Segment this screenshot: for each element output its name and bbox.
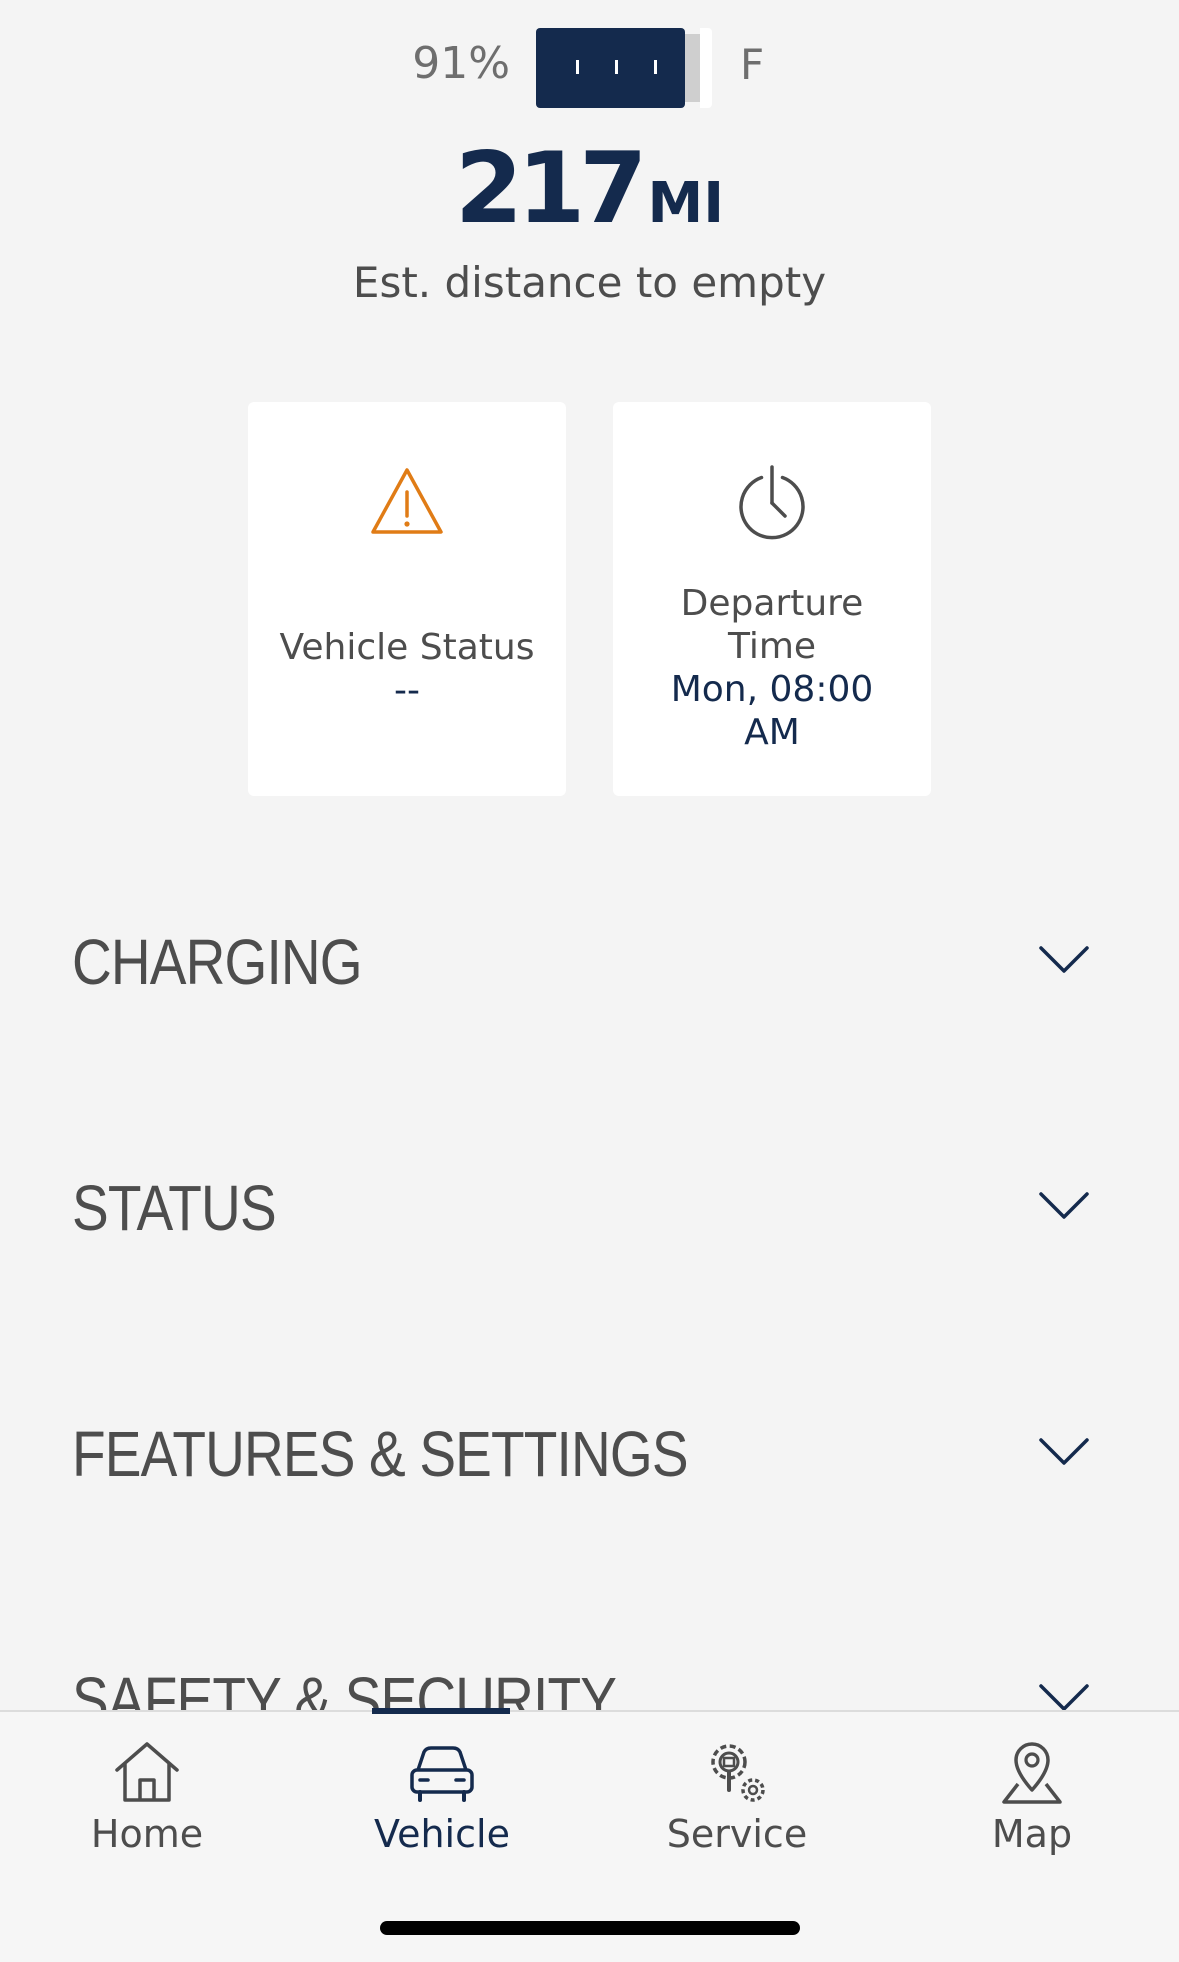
- section-features-settings[interactable]: FEATURES & SETTINGS: [0, 1392, 1179, 1512]
- battery-gauge-cap: [700, 28, 712, 108]
- home-icon: [115, 1742, 179, 1802]
- battery-gauge-tick: [615, 60, 618, 74]
- chevron-down-icon: [1039, 1192, 1089, 1219]
- warning-triangle-icon: [371, 468, 443, 534]
- active-tab-indicator: [372, 1708, 510, 1714]
- departure-time-text: Departure Time Mon, 08:00 AM: [623, 582, 921, 754]
- departure-time-label-line1: Departure: [680, 583, 864, 624]
- range-unit: MI: [647, 171, 725, 236]
- chevron-down-icon: [1039, 1438, 1089, 1465]
- battery-gauge-tick: [576, 60, 579, 74]
- tab-map-label: Map: [991, 1812, 1073, 1856]
- vehicle-status-label: Vehicle Status: [279, 627, 535, 668]
- vehicle-status-card[interactable]: Vehicle Status --: [248, 402, 566, 796]
- tab-home[interactable]: Home: [0, 1712, 294, 1892]
- section-title-charging: CHARGING: [72, 926, 363, 998]
- battery-gauge-fill: [536, 28, 685, 108]
- tab-vehicle-label: Vehicle: [374, 1812, 510, 1856]
- tab-home-label: Home: [90, 1812, 204, 1856]
- battery-percent: 91%: [412, 38, 510, 89]
- departure-time-value-line2: AM: [744, 712, 800, 753]
- battery-indicator: 91% F: [0, 28, 1179, 110]
- departure-time-card[interactable]: Departure Time Mon, 08:00 AM: [613, 402, 931, 796]
- tab-service[interactable]: Service: [590, 1712, 884, 1892]
- power-clock-icon: [739, 465, 805, 540]
- range-readout: 217 MI: [0, 140, 1179, 238]
- chevron-down-icon: [1039, 946, 1089, 973]
- vehicle-status-value: --: [394, 670, 420, 711]
- battery-gauge-icon: [536, 28, 712, 108]
- section-title-features-settings: FEATURES & SETTINGS: [72, 1418, 689, 1490]
- map-pin-icon: [1002, 1742, 1062, 1804]
- car-icon: [410, 1746, 474, 1802]
- home-indicator[interactable]: [380, 1921, 800, 1935]
- section-charging[interactable]: CHARGING: [0, 900, 1179, 1020]
- battery-gauge-tick: [654, 60, 657, 74]
- range-caption: Est. distance to empty: [352, 258, 827, 307]
- tab-service-label: Service: [666, 1812, 808, 1856]
- vehicle-status-text: Vehicle Status --: [258, 626, 556, 712]
- tab-map[interactable]: Map: [885, 1712, 1179, 1892]
- section-status[interactable]: STATUS: [0, 1146, 1179, 1266]
- departure-time-label-line2: Time: [727, 626, 817, 667]
- departure-time-value-line1: Mon, 08:00: [670, 669, 874, 710]
- section-title-status: STATUS: [72, 1172, 277, 1244]
- battery-full-label: F: [740, 40, 765, 89]
- service-gears-icon: [711, 1744, 765, 1802]
- tab-vehicle[interactable]: Vehicle: [295, 1712, 589, 1892]
- range-value: 217: [454, 132, 648, 246]
